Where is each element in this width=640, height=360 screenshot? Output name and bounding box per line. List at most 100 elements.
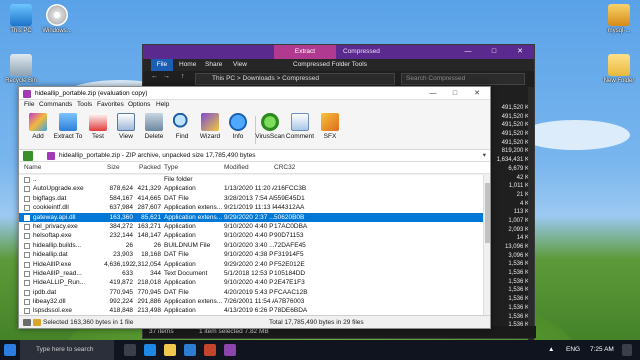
file-list[interactable]: .. File folder AutoUpgrade.exe 878,624 421,3… <box>19 175 485 316</box>
ribbon-file-tab[interactable]: File <box>151 59 173 71</box>
explorer-path-field[interactable]: This PC > Downloads > Compressed <box>195 73 395 85</box>
menu-file[interactable]: File <box>24 100 34 110</box>
up-folder-icon[interactable] <box>23 151 33 161</box>
menu-options[interactable]: Options <box>128 100 150 110</box>
desktop-icon-mysql[interactable]: mysql-... <box>598 4 640 34</box>
wizard-button[interactable]: Wizard <box>195 113 225 140</box>
close-icon[interactable]: ✕ <box>508 45 532 59</box>
desktop-icon-recycle-bin[interactable]: Recycle Bin <box>0 54 42 84</box>
toolbar-label: Add <box>32 133 44 140</box>
path-part-compressed[interactable]: Compressed <box>282 75 319 82</box>
table-row[interactable]: hideallip.dat 23,903 18,168 DAT File 9/10/20… <box>19 250 485 259</box>
table-row[interactable]: helsoftap.exe 232,144 148,147 Application 9/… <box>19 231 485 240</box>
close-icon[interactable]: ✕ <box>466 87 488 100</box>
cell-crc: 2E47E1F3 <box>274 279 305 287</box>
taskbar-search[interactable]: Type here to search <box>20 340 114 360</box>
toolbar-label: Info <box>232 133 244 140</box>
virusscan-button[interactable]: VirusScan <box>255 113 285 140</box>
store-icon[interactable] <box>184 344 196 356</box>
forward-arrow-icon[interactable]: → <box>163 73 170 80</box>
winrar-window[interactable]: hideallip_portable.zip (evaluation copy)… <box>18 86 491 329</box>
explorer-title-bar[interactable]: Extract Compressed — □ ✕ <box>143 45 534 59</box>
explorer-scrollbar[interactable] <box>528 87 534 340</box>
desktop-icon-windows[interactable]: Windows... <box>36 4 78 34</box>
table-row[interactable]: AutoUpgrade.exe 878,624 421,329 Application… <box>19 184 485 193</box>
extract-context-tab[interactable]: Extract <box>274 45 336 59</box>
cell-type: Application extens... <box>164 204 222 212</box>
ribbon-tab-compressed-folder-tools[interactable]: Compressed Folder Tools <box>293 59 367 71</box>
info-button[interactable]: Info <box>223 113 253 140</box>
toolbar-label: SFX <box>323 133 337 140</box>
table-row[interactable]: HideAllIP.exe 4,636,192 2,312,054 Applicati… <box>19 260 485 269</box>
recycle-bin-icon <box>10 54 32 76</box>
menu-help[interactable]: Help <box>156 100 169 110</box>
cell-modified: 9/29/2020 2:37 ... <box>224 213 274 221</box>
maximize-icon[interactable]: □ <box>444 87 466 100</box>
table-row[interactable]: ipdb.dat 770,945 770,945 DAT File 4/20/2019 … <box>19 288 485 297</box>
view-button[interactable]: View <box>111 113 141 140</box>
cell-type: File folder <box>164 176 193 183</box>
cell-packed: 26 <box>153 241 161 249</box>
menu-commands[interactable]: Commands <box>39 100 72 110</box>
desktop-icon-label: Recycle Bin <box>5 78 37 84</box>
desktop-icon-new-folder[interactable]: New Folder <box>598 54 640 84</box>
extract-to-button[interactable]: Extract To <box>53 113 83 140</box>
column-modified[interactable]: Modified <box>224 162 249 174</box>
minimize-icon[interactable]: — <box>456 45 480 59</box>
explorer-search-input[interactable]: Search Compressed <box>401 73 525 85</box>
table-row[interactable]: HideAllIP_read... 633 344 Text Document 5/1/… <box>19 269 485 278</box>
comment-button[interactable]: Comment <box>285 113 315 140</box>
menu-tools[interactable]: Tools <box>77 100 92 110</box>
column-type[interactable]: Type <box>164 162 178 174</box>
scrollbar-thumb[interactable] <box>485 183 490 243</box>
chevron-down-icon[interactable]: ▾ <box>483 150 486 162</box>
ribbon-tab-home[interactable]: Home <box>179 59 196 71</box>
column-size[interactable]: Size <box>107 162 120 174</box>
table-row[interactable]: .. File folder <box>19 175 485 184</box>
input-language[interactable]: ENG <box>566 340 580 360</box>
taskbar-clock[interactable]: 7:25 AM <box>590 340 614 360</box>
notifications-icon[interactable] <box>622 344 632 356</box>
file-explorer-icon[interactable] <box>164 344 176 356</box>
cell-size: 232,144 <box>109 232 134 240</box>
table-row[interactable]: bigflags.dat 584,167 414,665 DAT File 3/28/2… <box>19 194 485 203</box>
column-name[interactable]: Name <box>24 162 41 174</box>
windows-start-icon[interactable] <box>4 344 16 356</box>
maximize-icon[interactable]: □ <box>482 45 506 59</box>
up-arrow-icon[interactable]: ↑ <box>181 73 185 80</box>
add-button[interactable]: Add <box>23 113 53 140</box>
network-icon[interactable]: ▲ <box>548 340 554 360</box>
virus-scan-icon <box>261 113 279 131</box>
task-view-icon[interactable] <box>124 344 136 356</box>
cell-type: DAT File <box>164 288 189 296</box>
sfx-button[interactable]: SFX <box>315 113 345 140</box>
table-row[interactable]: libeay32.dll 992,224 291,886 Application ex… <box>19 297 485 306</box>
path-part-downloads[interactable]: Downloads <box>243 75 275 82</box>
ribbon-tab-share[interactable]: Share <box>205 59 222 71</box>
table-row[interactable]: gateway.api.dll 163,360 85,621 Application … <box>19 212 485 222</box>
column-crc32[interactable]: CRC32 <box>274 162 295 174</box>
test-button[interactable]: Test <box>83 113 113 140</box>
table-row[interactable]: hideallip.builds... 26 26 BUILDNUM File 9/10… <box>19 241 485 250</box>
minimize-icon[interactable]: — <box>422 87 444 100</box>
winrar-taskbar-icon[interactable] <box>224 344 236 356</box>
path-part-this-pc[interactable]: This PC <box>212 75 235 82</box>
file-list-scrollbar[interactable] <box>483 175 490 316</box>
app-icon[interactable] <box>204 344 216 356</box>
column-packed[interactable]: Packed <box>139 162 161 174</box>
edge-icon[interactable] <box>144 344 156 356</box>
folder-icon <box>608 54 630 76</box>
ribbon-tab-view[interactable]: View <box>233 59 247 71</box>
back-arrow-icon[interactable]: ← <box>151 73 158 80</box>
find-button[interactable]: Find <box>167 113 197 140</box>
winrar-title-bar[interactable]: hideallip_portable.zip (evaluation copy)… <box>19 87 490 100</box>
toolbar-label: Comment <box>285 133 315 140</box>
archive-path-bar[interactable]: hideallip_portable.zip - ZIP archive, un… <box>19 150 490 162</box>
table-row[interactable]: hel_privacy.exe 384,272 163,271 Application… <box>19 222 485 231</box>
menu-favorites[interactable]: Favorites <box>97 100 124 110</box>
table-row[interactable]: cookieintf.dll 637,984 287,607 Application … <box>19 203 485 212</box>
file-icon <box>24 186 30 193</box>
explorer-address-bar: ← → ↑ This PC > Downloads > Compressed S… <box>143 71 534 87</box>
table-row[interactable]: HideALLIP_Run... 419,872 218,018 Applicatio… <box>19 278 485 287</box>
delete-button[interactable]: Delete <box>139 113 169 140</box>
